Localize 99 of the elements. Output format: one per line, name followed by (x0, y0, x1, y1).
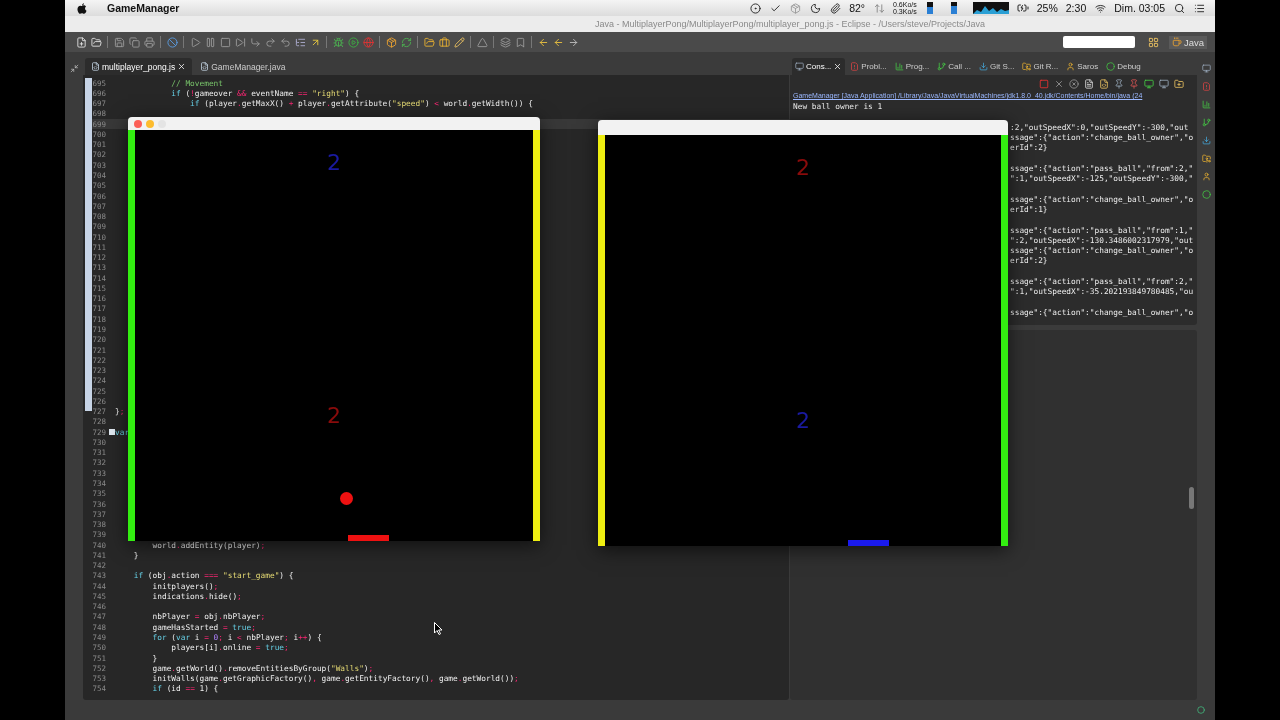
monitor-icon[interactable] (1143, 77, 1155, 90)
forward-arrow-icon[interactable] (567, 36, 579, 48)
record-icon[interactable] (749, 2, 762, 14)
clock: Dim. 03:05 (1114, 2, 1165, 14)
search-field[interactable] (1062, 36, 1135, 48)
wifi-icon[interactable] (1094, 2, 1107, 14)
monitor-icon[interactable] (1158, 77, 1170, 90)
score: 2 (327, 152, 341, 174)
layers-icon[interactable] (499, 36, 511, 48)
temperature: 82° (849, 2, 865, 14)
save-icon[interactable] (113, 36, 125, 48)
run-icon[interactable] (347, 36, 359, 48)
user-icon (1066, 62, 1076, 71)
editor-tab[interactable]: multiplayer_pong.js (85, 58, 193, 75)
mouse-pointer-icon (434, 622, 443, 635)
copy-icon[interactable] (128, 36, 140, 48)
stop-icon[interactable] (1038, 77, 1050, 90)
step-into-icon[interactable] (249, 36, 261, 48)
score: 2 (796, 157, 810, 179)
bug-icon[interactable] (332, 36, 344, 48)
triangle-icon[interactable] (476, 36, 488, 48)
folder-icon[interactable] (423, 36, 435, 48)
back-arrow-icon[interactable] (552, 36, 564, 48)
restore-icon[interactable] (68, 62, 80, 74)
file-icon[interactable] (1098, 77, 1110, 90)
branch-icon (937, 62, 947, 71)
warning-file-icon[interactable] (1200, 80, 1212, 92)
view-tab[interactable]: Git R... (1019, 58, 1062, 75)
status-icon[interactable] (1195, 704, 1207, 716)
globe-icon[interactable] (362, 36, 374, 48)
search-icon[interactable] (1173, 2, 1185, 14)
close-button[interactable] (134, 119, 142, 128)
remove-icon[interactable] (1068, 77, 1080, 90)
view-tab[interactable]: Cons... (792, 58, 846, 75)
cpu-graph-icon (972, 2, 1009, 14)
file-plus-icon[interactable] (75, 36, 87, 48)
apple-icon[interactable] (77, 2, 87, 14)
refresh-icon[interactable] (400, 36, 412, 48)
pause-icon[interactable] (204, 36, 216, 48)
perspective-button[interactable]: Java (1168, 35, 1207, 49)
bar-chart-icon[interactable] (1200, 98, 1212, 110)
scrollbar-thumb[interactable] (1189, 487, 1194, 509)
play-icon[interactable] (189, 36, 201, 48)
paperclip-icon[interactable] (829, 2, 842, 14)
fold-toggle[interactable] (108, 429, 115, 436)
moon-icon[interactable] (809, 2, 822, 14)
ban-icon[interactable] (166, 36, 178, 48)
skip-icon[interactable] (234, 36, 246, 48)
coffee-icon (1171, 37, 1182, 47)
undo-icon[interactable] (279, 36, 291, 48)
package-icon[interactable] (385, 36, 397, 48)
view-tab[interactable]: Debug (1103, 58, 1144, 75)
stop-icon[interactable] (219, 36, 231, 48)
folder-icon[interactable] (90, 36, 102, 48)
battery-icon[interactable] (1016, 2, 1029, 14)
view-tab[interactable]: Prog... (891, 58, 933, 75)
bar-chart-icon (894, 62, 904, 71)
editor-tab[interactable]: GameManager.java (194, 58, 292, 75)
download-icon[interactable] (1200, 134, 1212, 146)
window-title: Java - MultiplayerPong/MultiplayerPong/multiplayer_pong.js - Eclipse - /Users/steve/Projects/Java (594, 19, 986, 29)
dot-icon[interactable] (1200, 188, 1212, 200)
app-name[interactable]: GameManager (107, 2, 180, 14)
grid-icon[interactable] (1147, 36, 1160, 48)
folder-plus-icon[interactable] (1173, 77, 1185, 90)
close-icon[interactable] (177, 62, 187, 71)
view-tab[interactable]: Probl... (847, 58, 890, 75)
score: 2 (796, 410, 810, 432)
battery-time: 2:30 (1065, 2, 1087, 14)
package-icon[interactable] (789, 2, 802, 14)
branch-icon[interactable] (1200, 116, 1212, 128)
folder-icon (1022, 62, 1032, 71)
briefcase-icon[interactable] (438, 36, 450, 48)
check-icon[interactable] (769, 2, 782, 14)
user-icon[interactable] (1200, 170, 1212, 182)
list-tree-icon[interactable] (294, 36, 306, 48)
warning-file-icon (850, 62, 860, 71)
back-arrow-icon[interactable] (537, 36, 549, 48)
dot-icon (1106, 62, 1116, 71)
menu-icon[interactable] (1193, 2, 1205, 14)
file-icon (200, 62, 210, 71)
file-icon (91, 62, 100, 71)
score: 2 (327, 405, 341, 427)
folder-icon[interactable] (1200, 152, 1212, 164)
monitor-icon (795, 62, 804, 71)
monitor-icon[interactable] (1200, 62, 1212, 74)
redo-icon[interactable] (264, 36, 276, 48)
arrows-icon[interactable] (873, 2, 885, 14)
bookmark-icon[interactable] (514, 36, 526, 48)
view-tab[interactable]: Git S... (975, 58, 1018, 75)
view-tab[interactable]: Saros (1063, 58, 1102, 75)
printer-icon[interactable] (143, 36, 155, 48)
download-icon (978, 62, 988, 71)
close-icon[interactable] (833, 62, 843, 71)
pin-icon[interactable] (1128, 77, 1140, 90)
pencil-icon[interactable] (453, 36, 465, 48)
view-tab[interactable]: Call ... (934, 58, 974, 75)
pin-icon[interactable] (1113, 77, 1125, 90)
file-icon[interactable] (1083, 77, 1095, 90)
battery-percent: 25% (1036, 2, 1058, 14)
